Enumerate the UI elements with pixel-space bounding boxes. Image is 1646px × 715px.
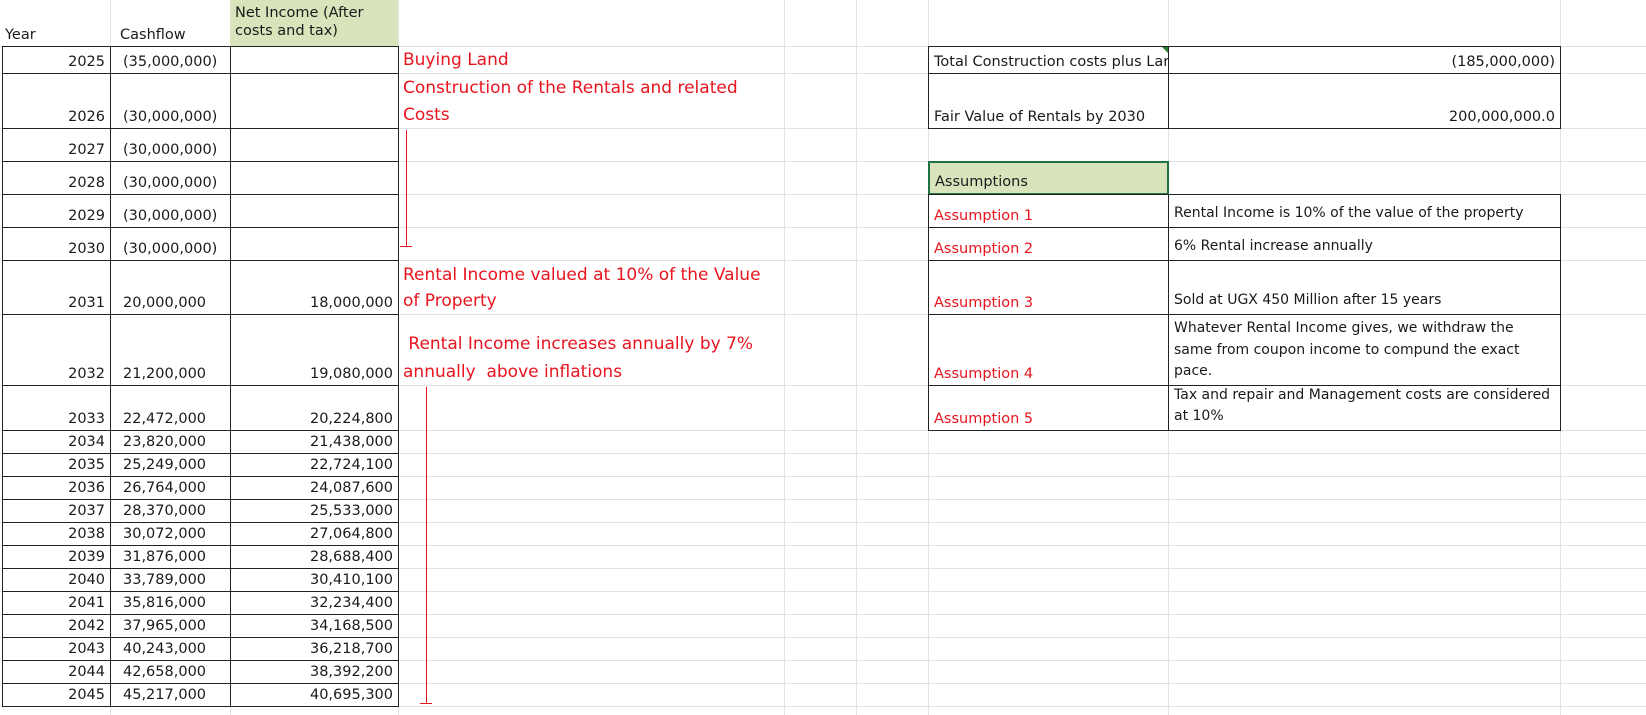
cashflow-cell[interactable]: 33,789,000 xyxy=(110,568,231,592)
note-rental-increase-line2[interactable]: annually above inflations xyxy=(398,357,784,385)
net-income-cell[interactable] xyxy=(230,46,399,74)
cashflow-cell[interactable]: 35,816,000 xyxy=(110,591,231,615)
net-income-cell[interactable] xyxy=(230,73,399,129)
header-net-income-line1: Net Income (After xyxy=(235,4,364,21)
cashflow-cell[interactable]: (30,000,000) xyxy=(110,227,231,261)
assumption-label[interactable]: Assumption 2 xyxy=(928,227,1169,261)
net-income-cell[interactable]: 21,438,000 xyxy=(230,430,399,454)
cashflow-cell[interactable]: 37,965,000 xyxy=(110,614,231,638)
net-income-cell[interactable] xyxy=(230,227,399,261)
cashflow-cell[interactable]: 31,876,000 xyxy=(110,545,231,569)
year-cell[interactable]: 2032 xyxy=(2,314,111,386)
year-cell[interactable]: 2035 xyxy=(2,453,111,477)
year-cell[interactable]: 2029 xyxy=(2,194,111,228)
note-rental-valued-line1[interactable]: Rental Income valued at 10% of the Value xyxy=(398,262,784,288)
year-cell[interactable]: 2036 xyxy=(2,476,111,500)
net-income-cell[interactable]: 34,168,500 xyxy=(230,614,399,638)
note-buying-land[interactable]: Buying Land xyxy=(398,46,778,73)
total-construction-label[interactable]: Total Construction costs plus Lar xyxy=(928,46,1169,74)
note-rental-increase-line1[interactable]: Rental Income increases annually by 7% xyxy=(398,331,784,357)
cashflow-cell[interactable]: 30,072,000 xyxy=(110,522,231,546)
cashflow-cell[interactable]: 40,243,000 xyxy=(110,637,231,661)
net-income-cell[interactable] xyxy=(230,194,399,228)
gridline xyxy=(856,0,857,715)
cashflow-cell[interactable]: 21,200,000 xyxy=(110,314,231,386)
net-income-cell[interactable]: 40,695,300 xyxy=(230,683,399,707)
header-net-income-line2: costs and tax) xyxy=(235,23,338,39)
assumption-text[interactable]: Rental Income is 10% of the value of the… xyxy=(1168,194,1561,228)
cashflow-cell[interactable]: (30,000,000) xyxy=(110,194,231,228)
cashflow-cell[interactable]: 42,658,000 xyxy=(110,660,231,684)
arrow-line xyxy=(406,130,407,246)
net-income-cell[interactable]: 24,087,600 xyxy=(230,476,399,500)
net-income-cell[interactable]: 36,218,700 xyxy=(230,637,399,661)
total-construction-value[interactable]: (185,000,000) xyxy=(1168,46,1561,74)
assumption-label[interactable]: Assumption 1 xyxy=(928,194,1169,228)
cashflow-cell[interactable]: (30,000,000) xyxy=(110,73,231,129)
cashflow-cell[interactable]: 22,472,000 xyxy=(110,385,231,431)
net-income-cell[interactable]: 28,688,400 xyxy=(230,545,399,569)
fair-value-value[interactable]: 200,000,000.0 xyxy=(1168,73,1561,129)
year-cell[interactable]: 2028 xyxy=(2,161,111,195)
year-cell[interactable]: 2042 xyxy=(2,614,111,638)
year-cell[interactable]: 2033 xyxy=(2,385,111,431)
cashflow-cell[interactable]: (30,000,000) xyxy=(110,128,231,162)
year-cell[interactable]: 2043 xyxy=(2,637,111,661)
cashflow-cell[interactable]: (35,000,000) xyxy=(110,46,231,74)
fair-value-label[interactable]: Fair Value of Rentals by 2030 xyxy=(928,73,1169,129)
assumption-label[interactable]: Assumption 3 xyxy=(928,260,1169,315)
note-rental-valued-line2[interactable]: of Property xyxy=(398,288,784,314)
net-income-cell[interactable]: 30,410,100 xyxy=(230,568,399,592)
assumptions-header[interactable]: Assumptions xyxy=(928,161,1169,195)
year-cell[interactable]: 2039 xyxy=(2,545,111,569)
year-cell[interactable]: 2044 xyxy=(2,660,111,684)
net-income-cell[interactable]: 38,392,200 xyxy=(230,660,399,684)
cashflow-cell[interactable]: 28,370,000 xyxy=(110,499,231,523)
year-cell[interactable]: 2041 xyxy=(2,591,111,615)
net-income-cell[interactable]: 27,064,800 xyxy=(230,522,399,546)
cashflow-cell[interactable]: 45,217,000 xyxy=(110,683,231,707)
assumption-text[interactable]: Tax and repair and Management costs are … xyxy=(1168,385,1561,431)
cashflow-cell[interactable]: 25,249,000 xyxy=(110,453,231,477)
note-construction-line2[interactable]: Costs xyxy=(398,101,778,128)
assumption-label[interactable]: Assumption 5 xyxy=(928,385,1169,431)
assumption-text[interactable]: Whatever Rental Income gives, we withdra… xyxy=(1168,314,1561,386)
header-year[interactable]: Year xyxy=(0,0,110,46)
arrow-tick xyxy=(400,246,412,247)
year-cell[interactable]: 2026 xyxy=(2,73,111,129)
gridline xyxy=(784,0,785,715)
header-net-income[interactable]: Net Income (After costs and tax) xyxy=(230,0,398,46)
assumption-label[interactable]: Assumption 4 xyxy=(928,314,1169,386)
arrow-tick xyxy=(420,703,432,704)
year-cell[interactable]: 2027 xyxy=(2,128,111,162)
net-income-cell[interactable]: 32,234,400 xyxy=(230,591,399,615)
net-income-cell[interactable] xyxy=(230,161,399,195)
year-cell[interactable]: 2038 xyxy=(2,522,111,546)
net-income-cell[interactable]: 25,533,000 xyxy=(230,499,399,523)
cashflow-cell[interactable]: (30,000,000) xyxy=(110,161,231,195)
cashflow-cell[interactable]: 23,820,000 xyxy=(110,430,231,454)
net-income-cell[interactable]: 18,000,000 xyxy=(230,260,399,315)
cashflow-cell[interactable]: 20,000,000 xyxy=(110,260,231,315)
year-cell[interactable]: 2030 xyxy=(2,227,111,261)
header-cashflow[interactable]: Cashflow xyxy=(115,0,230,46)
cashflow-cell[interactable]: 26,764,000 xyxy=(110,476,231,500)
assumption-text[interactable]: 6% Rental increase annually xyxy=(1168,227,1561,261)
arrow-line xyxy=(426,387,427,703)
net-income-cell[interactable]: 19,080,000 xyxy=(230,314,399,386)
year-cell[interactable]: 2031 xyxy=(2,260,111,315)
year-cell[interactable]: 2025 xyxy=(2,46,111,74)
assumption-text[interactable]: Sold at UGX 450 Million after 15 years xyxy=(1168,260,1561,315)
note-construction-line1[interactable]: Construction of the Rentals and related xyxy=(398,75,784,101)
year-cell[interactable]: 2034 xyxy=(2,430,111,454)
year-cell[interactable]: 2040 xyxy=(2,568,111,592)
net-income-cell[interactable] xyxy=(230,128,399,162)
net-income-cell[interactable]: 20,224,800 xyxy=(230,385,399,431)
net-income-cell[interactable]: 22,724,100 xyxy=(230,453,399,477)
year-cell[interactable]: 2045 xyxy=(2,683,111,707)
year-cell[interactable]: 2037 xyxy=(2,499,111,523)
